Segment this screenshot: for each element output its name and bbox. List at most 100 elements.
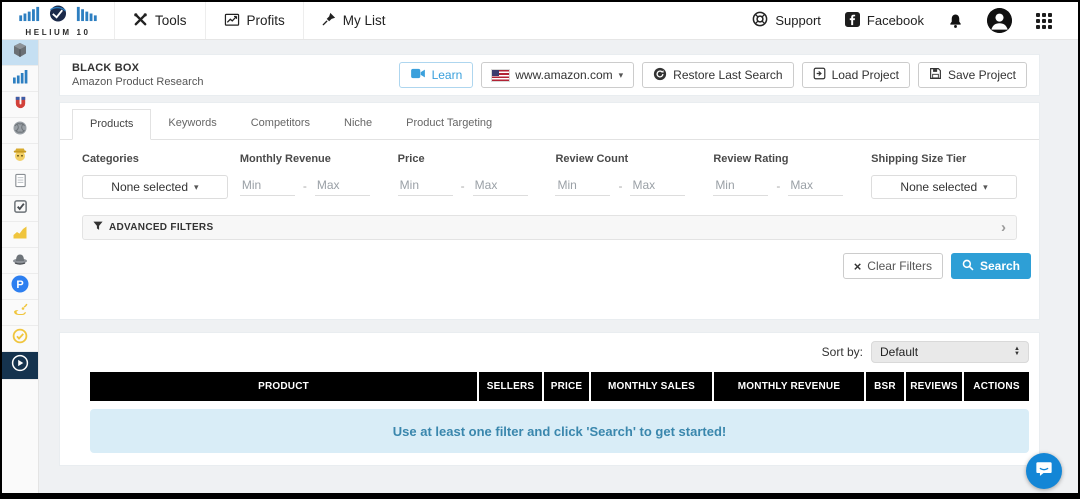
trend-bars-icon bbox=[12, 68, 28, 89]
categories-select[interactable]: None selected ▾ bbox=[82, 175, 228, 199]
sidebar-item-magnet[interactable] bbox=[2, 92, 38, 118]
filter-funnel-icon bbox=[93, 221, 103, 234]
nav-profits[interactable]: Profits bbox=[205, 2, 303, 39]
advanced-filters-toggle[interactable]: ADVANCED FILTERS › bbox=[82, 215, 1017, 240]
advanced-filters-label: ADVANCED FILTERS bbox=[109, 222, 213, 233]
nav-facebook-label: Facebook bbox=[867, 13, 924, 28]
chevron-down-icon: ▾ bbox=[619, 70, 624, 81]
helium10-logo[interactable]: HELIUM 10 bbox=[2, 2, 114, 39]
chevron-right-icon: › bbox=[1001, 220, 1006, 235]
chat-bubble-icon bbox=[1035, 460, 1053, 483]
sidebar-item-index-checker[interactable] bbox=[2, 196, 38, 222]
facebook-icon bbox=[845, 12, 860, 30]
column-header-reviews[interactable]: REVIEWS bbox=[904, 372, 962, 401]
nav-support-label: Support bbox=[775, 13, 821, 28]
tab-niche[interactable]: Niche bbox=[327, 109, 389, 140]
range-separator: - bbox=[618, 179, 622, 193]
sidebar-item-profits[interactable]: P bbox=[2, 274, 38, 300]
marketplace-value: www.amazon.com bbox=[515, 68, 612, 82]
chat-widget-button[interactable] bbox=[1026, 453, 1062, 489]
pushpin-icon bbox=[322, 12, 336, 29]
sort-by-select[interactable]: Default ▲▼ bbox=[871, 341, 1029, 363]
sidebar-item-scribbles[interactable] bbox=[2, 170, 38, 196]
nav-my-list[interactable]: My List bbox=[303, 2, 404, 39]
load-project-label: Load Project bbox=[832, 68, 899, 82]
filters-card: Products Keywords Competitors Niche Prod… bbox=[59, 102, 1040, 320]
range-separator: - bbox=[303, 179, 307, 193]
save-project-button[interactable]: Save Project bbox=[918, 62, 1027, 88]
results-table-header: PRODUCT SELLERS PRICE MONTHLY SALES MONT… bbox=[90, 372, 1029, 401]
clear-filters-label: Clear Filters bbox=[867, 259, 932, 273]
scribbles-document-icon bbox=[13, 173, 28, 193]
index-checker-icon bbox=[13, 199, 28, 219]
column-header-bsr[interactable]: BSR bbox=[864, 372, 904, 401]
save-floppy-icon bbox=[929, 67, 942, 83]
tools-icon bbox=[133, 12, 148, 30]
learn-button[interactable]: Learn bbox=[399, 62, 474, 88]
review-rating-min-input[interactable] bbox=[713, 175, 768, 196]
monthly-revenue-max-input[interactable] bbox=[315, 175, 370, 196]
cerebro-icon bbox=[12, 120, 28, 141]
restore-last-search-button[interactable]: Restore Last Search bbox=[642, 62, 793, 88]
magnet-icon bbox=[13, 95, 28, 115]
follow-up-check-icon bbox=[12, 328, 28, 349]
tab-product-targeting[interactable]: Product Targeting bbox=[389, 109, 509, 140]
nav-support[interactable]: Support bbox=[752, 11, 821, 30]
user-avatar[interactable] bbox=[987, 8, 1012, 33]
sidebar-item-alerts[interactable] bbox=[2, 248, 38, 274]
review-count-max-input[interactable] bbox=[630, 175, 685, 196]
column-header-sellers[interactable]: SELLERS bbox=[477, 372, 542, 401]
load-project-button[interactable]: Load Project bbox=[802, 62, 910, 88]
tab-keywords[interactable]: Keywords bbox=[151, 109, 233, 140]
search-button[interactable]: Search bbox=[951, 253, 1031, 279]
sidebar-item-cerebro[interactable] bbox=[2, 118, 38, 144]
sort-by-value: Default bbox=[880, 345, 918, 359]
monthly-revenue-min-input[interactable] bbox=[240, 175, 295, 196]
column-header-actions[interactable]: ACTIONS bbox=[962, 372, 1029, 401]
page-title: BLACK BOX bbox=[72, 62, 203, 74]
svg-text:P: P bbox=[16, 279, 23, 291]
review-rating-max-input[interactable] bbox=[788, 175, 843, 196]
range-separator: - bbox=[776, 179, 780, 193]
black-box-icon bbox=[12, 42, 28, 63]
sidebar-item-trendster[interactable] bbox=[2, 66, 38, 92]
support-icon bbox=[752, 11, 768, 30]
tool-sidebar: P bbox=[2, 40, 39, 493]
app-window: HELIUM 10 Tools Profits bbox=[2, 2, 1078, 493]
restore-history-icon bbox=[653, 67, 667, 84]
column-header-price[interactable]: PRICE bbox=[542, 372, 589, 401]
column-header-monthly-sales[interactable]: MONTHLY SALES bbox=[589, 372, 712, 401]
shipping-size-tier-value: None selected bbox=[900, 180, 977, 194]
marketplace-select[interactable]: www.amazon.com ▾ bbox=[481, 62, 634, 88]
chevron-down-icon: ▾ bbox=[983, 182, 988, 193]
nav-facebook[interactable]: Facebook bbox=[845, 12, 924, 30]
shipping-size-tier-select[interactable]: None selected ▾ bbox=[871, 175, 1017, 199]
price-min-input[interactable] bbox=[398, 175, 453, 196]
nav-tools[interactable]: Tools bbox=[114, 2, 205, 39]
video-camera-icon bbox=[410, 68, 426, 82]
results-card: Sort by: Default ▲▼ PRODUCT SELLERS PRIC… bbox=[59, 332, 1040, 466]
sidebar-item-black-box[interactable] bbox=[2, 40, 38, 66]
sidebar-item-refund-genie[interactable] bbox=[2, 300, 38, 326]
sidebar-item-misspellinator[interactable] bbox=[2, 144, 38, 170]
apps-grid-icon[interactable] bbox=[1036, 13, 1052, 29]
chevron-down-icon: ▾ bbox=[194, 182, 199, 193]
refund-genie-icon bbox=[12, 302, 28, 323]
notifications-bell-icon[interactable] bbox=[948, 13, 963, 29]
clear-filters-button[interactable]: × Clear Filters bbox=[843, 253, 943, 279]
helium10-logo-icon bbox=[15, 5, 101, 27]
sidebar-item-follow-up[interactable] bbox=[2, 326, 38, 352]
review-count-min-input[interactable] bbox=[555, 175, 610, 196]
price-max-input[interactable] bbox=[473, 175, 528, 196]
column-header-product[interactable]: PRODUCT bbox=[90, 372, 477, 401]
tab-products[interactable]: Products bbox=[72, 109, 151, 140]
sidebar-item-academy[interactable] bbox=[2, 352, 38, 380]
sidebar-item-keyword-tracker[interactable] bbox=[2, 222, 38, 248]
column-header-monthly-revenue[interactable]: MONTHLY REVENUE bbox=[712, 372, 864, 401]
alerts-hat-icon bbox=[12, 250, 28, 271]
load-project-icon bbox=[813, 67, 826, 83]
nav-tools-label: Tools bbox=[155, 13, 187, 28]
tab-competitors[interactable]: Competitors bbox=[234, 109, 327, 140]
learn-button-label: Learn bbox=[432, 68, 463, 82]
restore-last-search-label: Restore Last Search bbox=[673, 68, 782, 82]
